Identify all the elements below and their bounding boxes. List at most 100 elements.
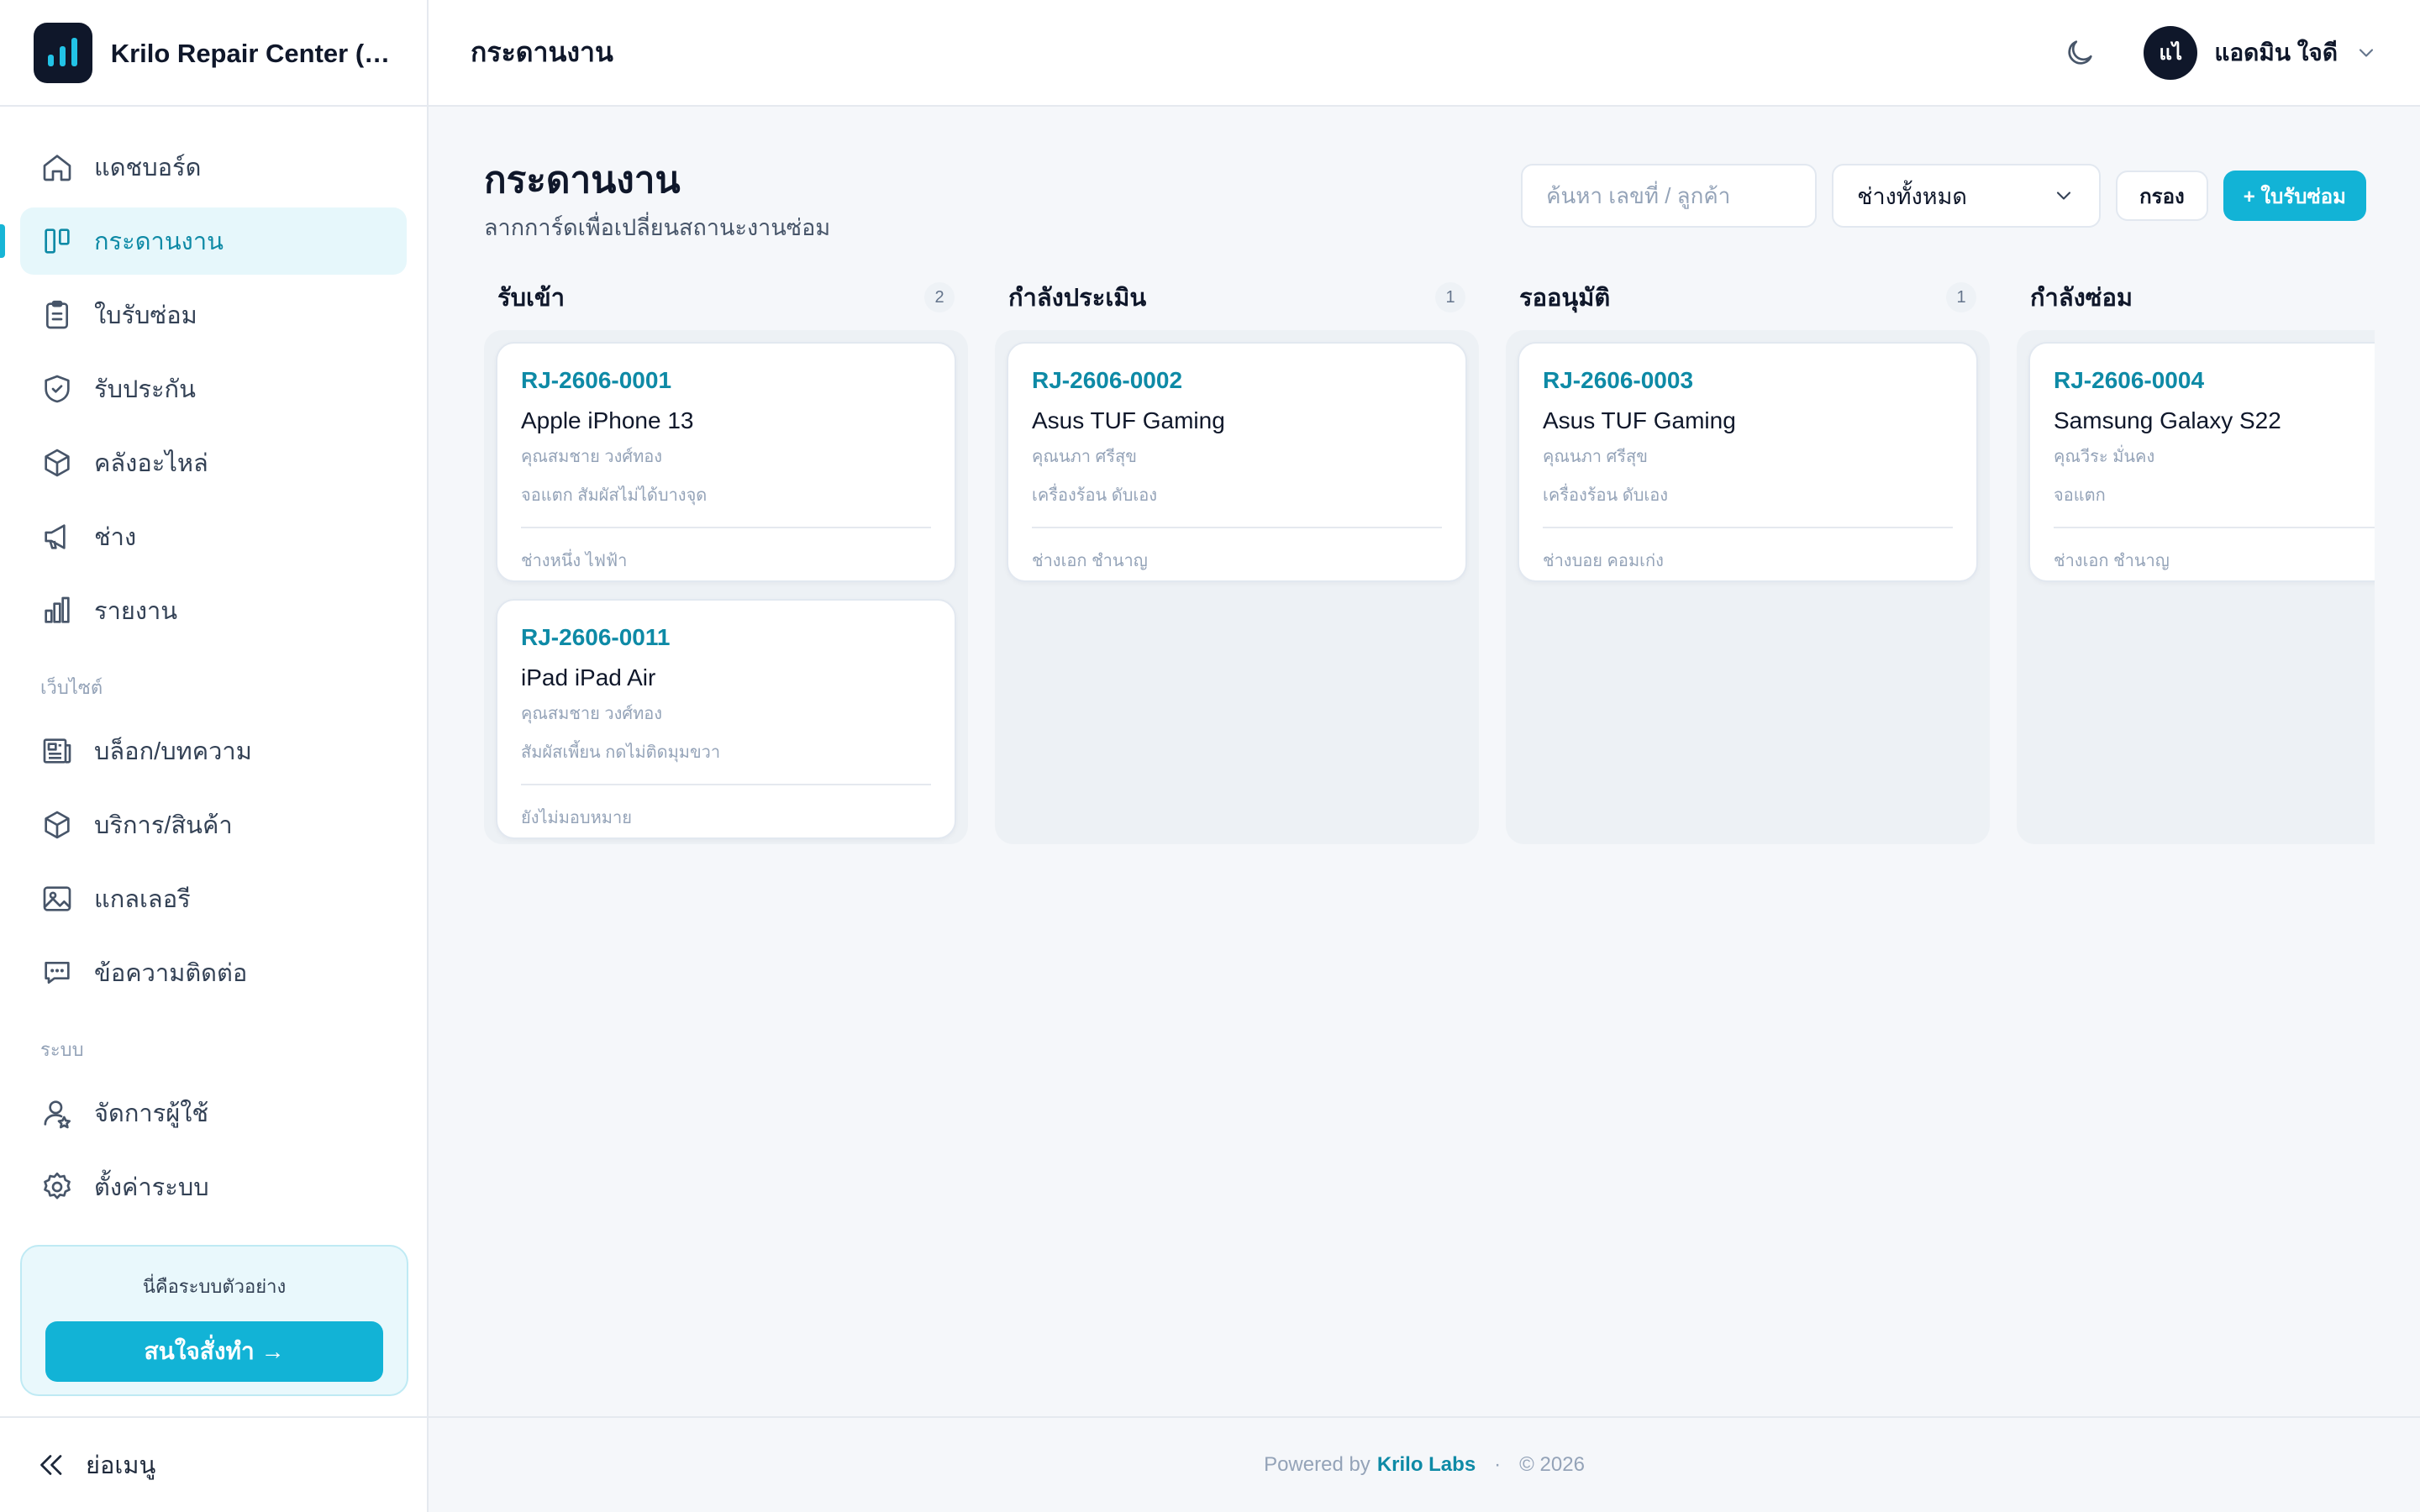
job-device: Apple iPhone 13 (521, 407, 694, 433)
collapse-menu-button[interactable]: ย่อเมนู (0, 1416, 427, 1512)
job-issue: เครื่องร้อน ดับเอง (1032, 486, 1158, 505)
sidebar-item-dashboard[interactable]: แดชบอร์ด (20, 134, 407, 201)
job-technician: ช่างเอก ชำนาญ (2054, 552, 2170, 570)
job-card[interactable]: RJ-2606-0001 Apple iPhone 13 คุณสมชาย วง… (496, 342, 956, 582)
sidebar-item-label: จัดการผู้ใช้ (94, 1100, 209, 1127)
demo-promo-box: นี่คือระบบตัวอย่าง สนใจสั่งทำ → (20, 1245, 408, 1396)
avatar[interactable]: แไ (2144, 25, 2198, 80)
sidebar-item-user-management[interactable]: จัดการผู้ใช้ (20, 1079, 407, 1147)
header-title: กระดานงาน (471, 37, 613, 67)
job-issue: เครื่องร้อน ดับเอง (1543, 486, 1669, 505)
technician-select-value: ช่างทั้งหมด (1857, 183, 1967, 209)
kanban-icon (45, 228, 70, 254)
card-divider (521, 527, 931, 528)
message-icon (45, 962, 70, 984)
new-repair-order-button[interactable]: + ใบรับซ่อม (2223, 171, 2366, 221)
job-customer: คุณสมชาย วงศ์ทอง (521, 705, 663, 723)
job-card[interactable]: RJ-2606-0002 Asus TUF Gaming คุณนภา ศรีส… (1007, 342, 1467, 582)
double-chevron-left-icon (40, 1455, 62, 1475)
sidebar-item-gallery[interactable]: แกลเลอรี (20, 865, 407, 932)
newspaper-icon (43, 738, 71, 764)
job-id: RJ-2606-0004 (2054, 367, 2205, 393)
job-card[interactable]: RJ-2606-0011 iPad iPad Air คุณสมชาย วงศ์… (496, 599, 956, 839)
top-header: กระดานงาน แไ แอดมิน ใจดี (429, 0, 2420, 107)
main-content: กระดานงาน ลากการ์ดเพื่อเปลี่ยนสถานะงานซ่… (429, 107, 2420, 1416)
sidebar-item-label: กระดานงาน (94, 228, 224, 255)
job-id: RJ-2606-0003 (1543, 367, 1694, 393)
sidebar-item-parts-stock[interactable]: คลังอะไหล่ (20, 429, 407, 496)
job-id: RJ-2606-0002 (1032, 367, 1183, 393)
header-right: แไ แอดมิน ใจดี (2063, 25, 2378, 80)
card-divider (521, 784, 931, 785)
kanban-column: รับเข้า 2 RJ-2606-0001 Apple iPhone 13 ค… (484, 275, 968, 844)
brand-name: Krilo Repair Center (ตั... (110, 38, 393, 68)
job-device: Asus TUF Gaming (1543, 407, 1736, 433)
brand[interactable]: Krilo Repair Center (ตั... (0, 0, 427, 107)
board-toolbar: ช่างทั้งหมด กรอง + ใบรับซ่อม (1521, 164, 2366, 228)
kanban-column: กำลังประเมิน 1 RJ-2606-0002 Asus TUF Gam… (995, 275, 1479, 844)
sidebar-item-label: คลังอะไหล่ (94, 450, 208, 477)
order-now-button[interactable]: สนใจสั่งทำ → (45, 1321, 383, 1382)
sidebar-item-contact-messages[interactable]: ข้อความติดต่อ (20, 939, 407, 1006)
chevron-down-icon[interactable] (2354, 41, 2378, 65)
job-customer: คุณสมชาย วงศ์ทอง (521, 448, 663, 466)
sidebar-item-label: แดชบอร์ด (94, 155, 202, 181)
footer-separator: · (1494, 1453, 1502, 1476)
sidebar-item-services[interactable]: บริการ/สินค้า (20, 791, 407, 858)
section-label-website: เว็บไซต์ (40, 677, 103, 698)
column-title: รับเข้า (497, 285, 566, 312)
card-divider (1032, 527, 1442, 528)
job-id: RJ-2606-0001 (521, 367, 672, 393)
filter-button[interactable]: กรอง (2116, 171, 2208, 221)
gear-icon (44, 1172, 71, 1200)
kanban-board: รับเข้า 2 RJ-2606-0001 Apple iPhone 13 ค… (484, 275, 2375, 972)
job-device: Samsung Galaxy S22 (2054, 407, 2281, 433)
job-id: RJ-2606-0011 (521, 624, 671, 650)
job-issue: จอแตก (2054, 486, 2106, 505)
job-device: Asus TUF Gaming (1032, 407, 1225, 433)
sidebar-item-kanban[interactable]: กระดานงาน (0, 207, 407, 275)
bar-chart-icon (45, 596, 70, 623)
column-body: RJ-2606-0004 Samsung Galaxy S22 คุณวีระ … (2017, 330, 2375, 844)
card-divider (1543, 527, 1953, 528)
promo-text: นี่คือระบบตัวอย่าง (142, 1276, 287, 1297)
sidebar-item-label: บล็อก/บทความ (94, 738, 252, 765)
column-header: รออนุมัติ 1 (1506, 275, 1990, 320)
dark-mode-toggle-icon[interactable] (2063, 36, 2096, 70)
card-divider (2054, 527, 2375, 528)
shield-icon (45, 375, 70, 403)
sidebar-item-settings[interactable]: ตั้งค่าระบบ (20, 1153, 407, 1221)
sidebar-item-label: รับประกัน (94, 376, 196, 403)
sidebar-item-reports[interactable]: รายงาน (20, 577, 407, 644)
job-card[interactable]: RJ-2606-0003 Asus TUF Gaming คุณนภา ศรีส… (1518, 342, 1978, 582)
job-device: iPad iPad Air (521, 664, 656, 690)
sidebar-item-blog[interactable]: บล็อก/บทความ (20, 717, 407, 785)
sidebar-item-technicians[interactable]: ช่าง (20, 503, 407, 570)
box-icon (45, 449, 70, 477)
column-body: RJ-2606-0001 Apple iPhone 13 คุณสมชาย วง… (484, 330, 968, 844)
sidebar-nav: แดชบอร์ด กระดานงาน ใบรับซ่อม รับประกัน ค… (0, 107, 427, 1221)
search-input[interactable] (1521, 164, 1818, 228)
sidebar-item-label: ช่าง (94, 524, 137, 551)
column-title: กำลังซ่อม (2030, 285, 2133, 312)
kanban-column: รออนุมัติ 1 RJ-2606-0003 Asus TUF Gaming… (1506, 275, 1990, 844)
column-title: รออนุมัติ (1519, 285, 1611, 312)
footer-powered-by: Powered by (1264, 1453, 1370, 1476)
footer-company-link[interactable]: Krilo Labs (1377, 1453, 1476, 1477)
sidebar: Krilo Repair Center (ตั... แดชบอร์ด กระด… (0, 0, 429, 1512)
footer: Powered by Krilo Labs · © 2026 (429, 1416, 2420, 1512)
user-name[interactable]: แอดมิน ใจดี (2214, 34, 2338, 71)
collapse-menu-label: ย่อเมนู (86, 1452, 156, 1479)
clipboard-icon (46, 300, 68, 329)
image-icon (43, 886, 71, 911)
sidebar-item-label: ข้อความติดต่อ (94, 960, 248, 987)
sidebar-item-label: รายงาน (94, 598, 178, 625)
job-issue: จอแตก สัมผัสไม่ได้บางจุด (521, 486, 708, 505)
technician-select[interactable]: ช่างทั้งหมด (1832, 164, 2102, 228)
megaphone-icon (45, 524, 66, 549)
column-body: RJ-2606-0003 Asus TUF Gaming คุณนภา ศรีส… (1506, 330, 1990, 844)
job-card[interactable]: RJ-2606-0004 Samsung Galaxy S22 คุณวีระ … (2028, 342, 2375, 582)
column-title: กำลังประเมิน (1008, 285, 1147, 312)
sidebar-item-repair-orders[interactable]: ใบรับซ่อม (20, 281, 407, 349)
sidebar-item-warranty[interactable]: รับประกัน (20, 355, 407, 423)
